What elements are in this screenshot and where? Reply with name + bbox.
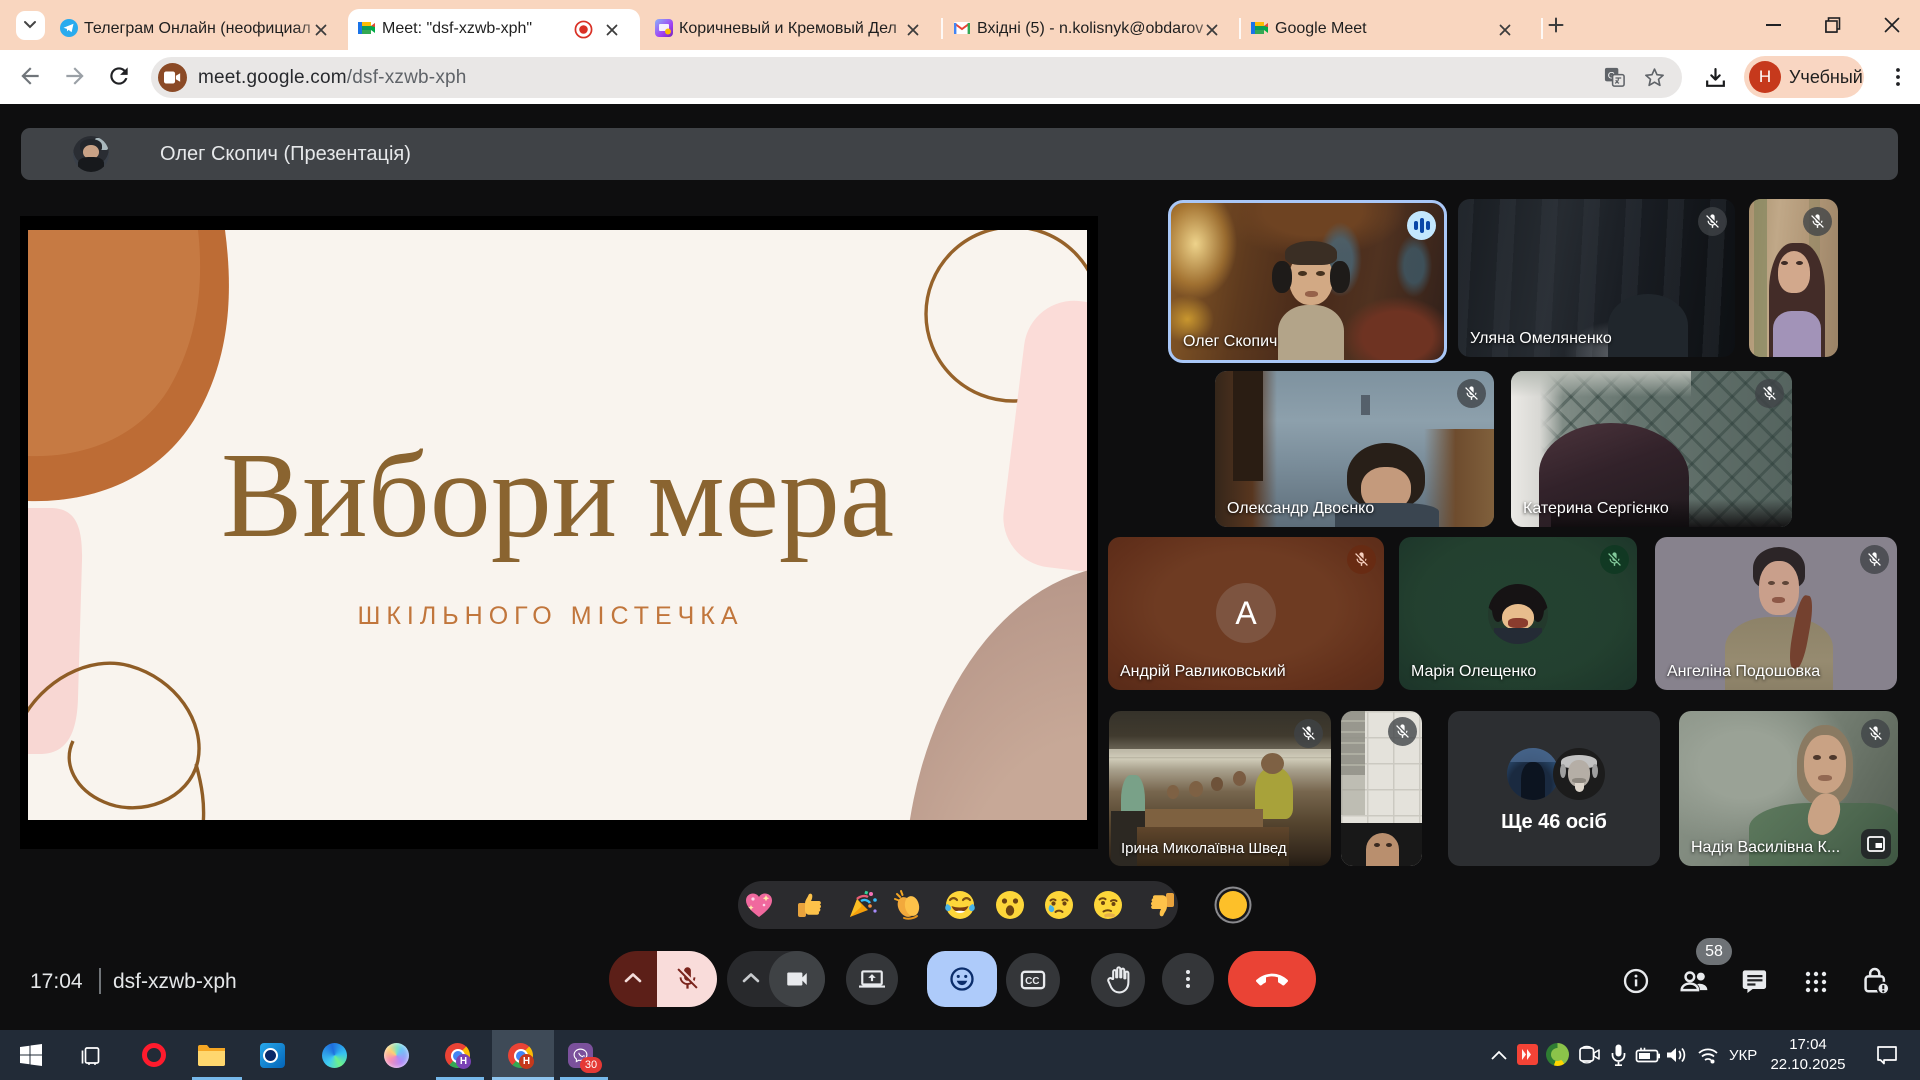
svg-text:CC: CC xyxy=(1025,976,1039,987)
